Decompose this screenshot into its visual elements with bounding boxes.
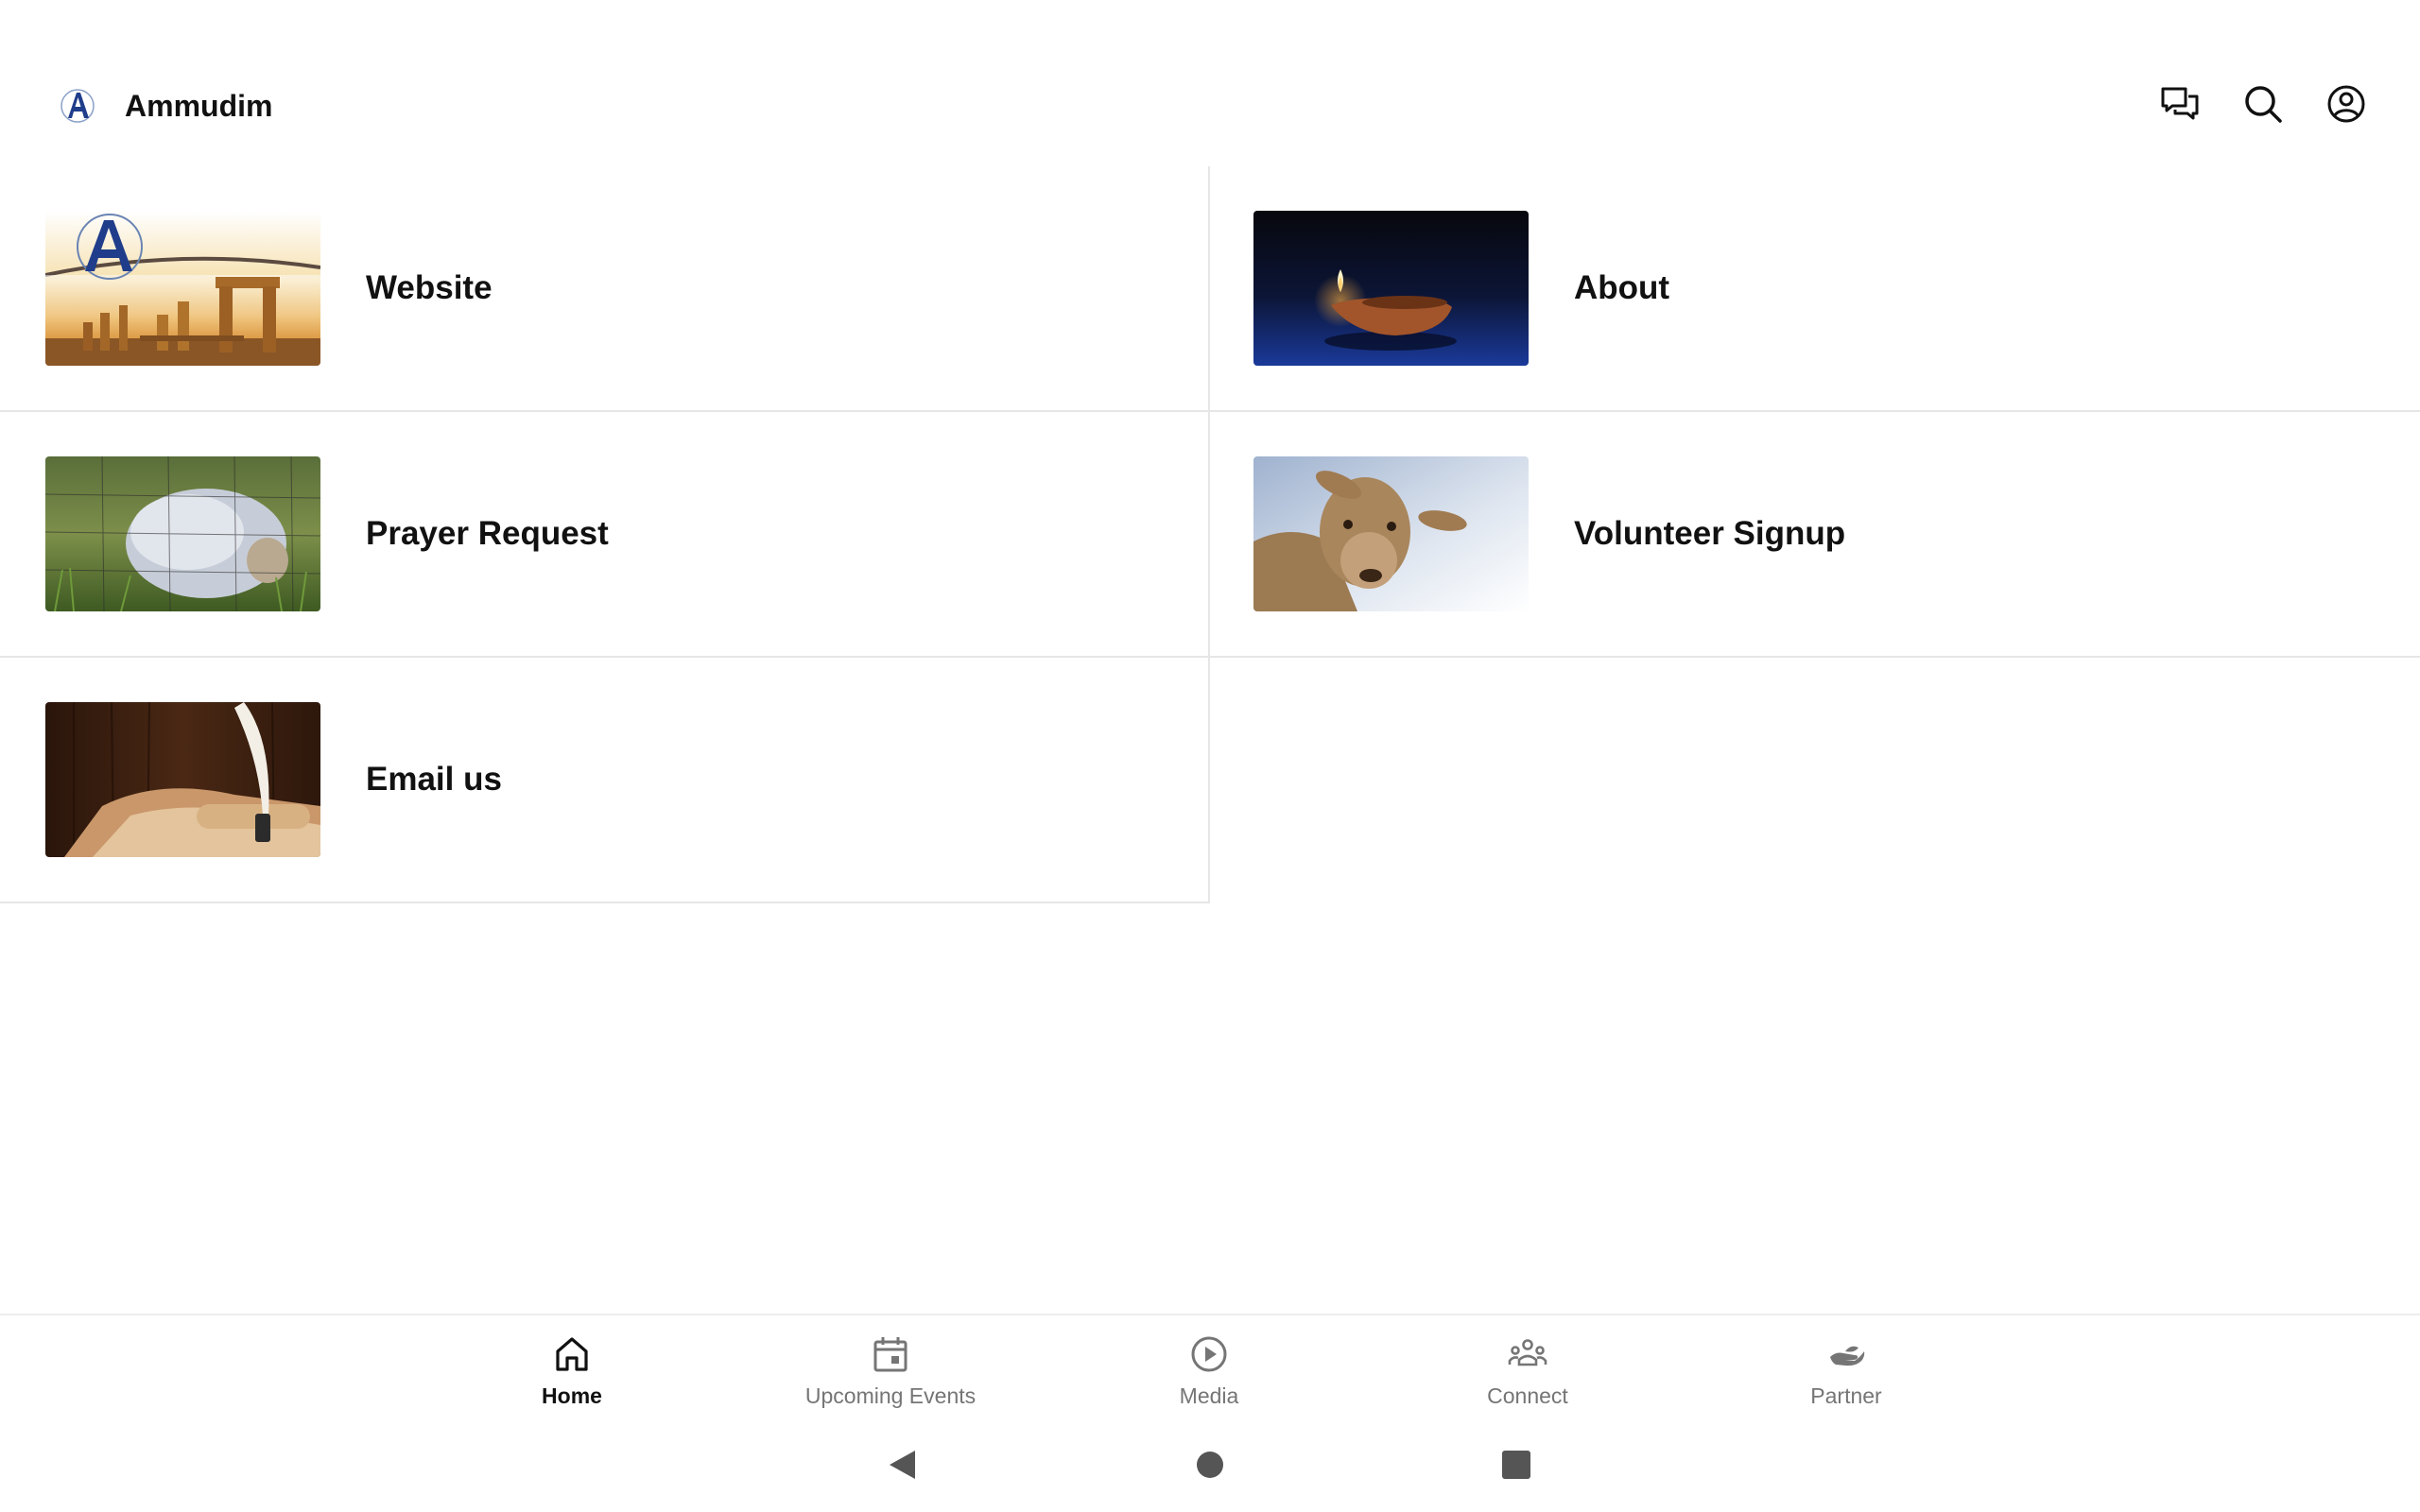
website-thumbnail xyxy=(45,211,320,366)
tile-about[interactable]: About xyxy=(1210,166,2420,412)
tile-email-us[interactable]: Email us xyxy=(0,658,1210,903)
chat-icon xyxy=(2161,87,2199,120)
header-actions xyxy=(2159,83,2367,125)
oil-lamp-image xyxy=(1253,211,1529,366)
tile-label: About xyxy=(1574,269,1670,306)
tiles-row: Prayer Request Volunteer Signup xyxy=(0,412,2420,658)
profile-button[interactable] xyxy=(2325,83,2367,125)
calendar-icon xyxy=(873,1337,908,1372)
app-header: Ammudim xyxy=(0,0,2420,166)
prayer-request-thumbnail xyxy=(45,456,320,611)
bottom-nav: Home Upcoming Events Media Connect Partn… xyxy=(0,1314,2420,1418)
nav-connect[interactable]: Connect xyxy=(1395,1334,1660,1409)
brand[interactable]: Ammudim xyxy=(59,87,272,125)
chat-button[interactable] xyxy=(2159,83,2201,125)
sheep-grass-image xyxy=(45,456,320,611)
tiles-grid: Website About Prayer Request Volunteer S… xyxy=(0,166,2420,903)
app-title: Ammudim xyxy=(125,88,273,123)
tile-volunteer-signup[interactable]: Volunteer Signup xyxy=(1210,412,2420,658)
nav-home[interactable]: Home xyxy=(440,1334,704,1409)
quill-scroll-image xyxy=(45,702,320,857)
sheep-face-image xyxy=(1253,456,1529,611)
email-us-thumbnail xyxy=(45,702,320,857)
nav-partner[interactable]: Partner xyxy=(1714,1334,1979,1409)
search-icon xyxy=(2245,86,2282,123)
tile-label: Prayer Request xyxy=(366,515,609,552)
nav-label: Partner xyxy=(1810,1383,1882,1408)
tile-website[interactable]: Website xyxy=(0,166,1210,412)
tile-label: Email us xyxy=(366,761,502,798)
about-thumbnail xyxy=(1253,211,1529,366)
people-icon xyxy=(1508,1339,1547,1366)
system-nav-bar xyxy=(0,1418,2420,1512)
search-button[interactable] xyxy=(2242,83,2284,125)
back-icon[interactable] xyxy=(885,1448,919,1482)
nav-upcoming-events[interactable]: Upcoming Events xyxy=(758,1334,1023,1409)
tiles-row: Email us xyxy=(0,658,2420,903)
hand-icon xyxy=(1830,1346,1865,1366)
empty-cell xyxy=(1210,658,2420,903)
brand-logo-icon xyxy=(60,89,95,123)
nav-label: Media xyxy=(1179,1383,1239,1408)
nav-label: Upcoming Events xyxy=(804,1383,977,1408)
play-circle-icon xyxy=(1191,1336,1227,1372)
tile-prayer-request[interactable]: Prayer Request xyxy=(0,412,1210,658)
app-root: Ammudim Website About Prayer Request Vol… xyxy=(0,0,2420,1512)
volunteer-signup-thumbnail xyxy=(1253,456,1529,611)
nav-label: Home xyxy=(542,1383,602,1408)
recents-icon[interactable] xyxy=(1499,1448,1533,1482)
tile-label: Volunteer Signup xyxy=(1574,515,1846,552)
nav-label: Connect xyxy=(1487,1383,1568,1408)
tiles-row: Website About xyxy=(0,166,2420,412)
tile-label: Website xyxy=(366,269,493,306)
home-icon xyxy=(556,1337,588,1371)
account-circle-icon xyxy=(2327,85,2365,123)
home-circle-icon[interactable] xyxy=(1193,1448,1227,1482)
ruins-image xyxy=(45,211,320,366)
nav-media[interactable]: Media xyxy=(1077,1334,1341,1409)
